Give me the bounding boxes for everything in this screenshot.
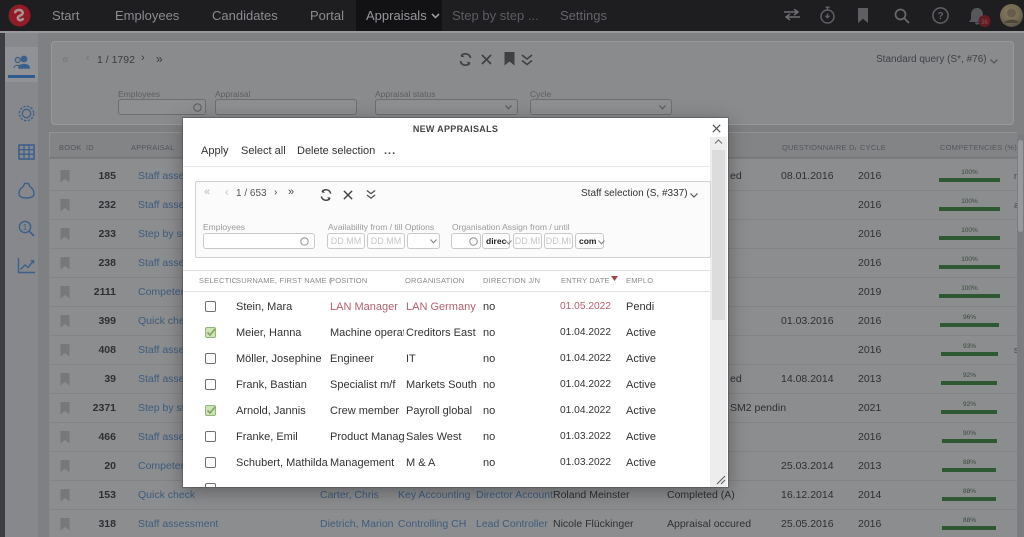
svg-text:36: 36	[981, 20, 988, 26]
svg-text:?: ?	[937, 11, 943, 22]
svg-text:1: 1	[23, 223, 28, 232]
